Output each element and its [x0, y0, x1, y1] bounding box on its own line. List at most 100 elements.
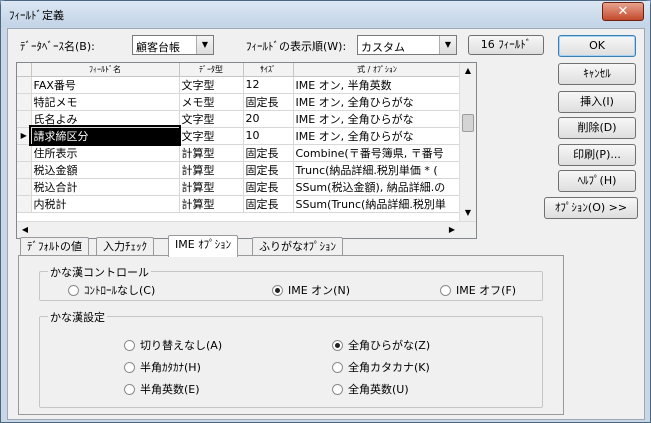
radio-ime-off[interactable]: IME オフ(F) [440, 282, 516, 298]
table-row[interactable]: 氏名よみ 文字型 20 IME オン, 全角ひらがな [17, 110, 462, 128]
dialog-client: ﾃﾞｰﾀﾍﾞｰｽ名(B): 顧客台帳 ▼ ﾌｨｰﾙﾄﾞの表示順(W): カスタム… [7, 28, 645, 420]
field-size-cell[interactable]: 固定長 [243, 144, 294, 162]
row-header[interactable] [17, 178, 32, 196]
field-name-cell[interactable]: 氏名よみ [31, 110, 180, 128]
field-name-cell[interactable]: 税込金額 [31, 161, 180, 179]
radio-circle-selected[interactable] [332, 340, 343, 351]
field-option-cell[interactable]: IME オン, 半角英数 [293, 76, 462, 94]
field-type-cell[interactable]: 計算型 [179, 144, 244, 162]
row-header[interactable] [17, 144, 32, 162]
field-option-cell[interactable]: Combine(〒番号簿県, 〒番号 [293, 144, 462, 162]
field-type-cell[interactable]: 文字型 [179, 127, 244, 145]
field-size-cell[interactable]: 10 [243, 127, 294, 145]
field-size-cell[interactable]: 固定長 [243, 161, 294, 179]
radio-circle[interactable] [124, 384, 135, 395]
database-combo[interactable]: 顧客台帳 ▼ [132, 35, 214, 55]
radio-label: 半角ｶﾀｶﾅ(H) [140, 361, 201, 374]
scroll-thumb[interactable] [462, 114, 474, 132]
radio-circle[interactable] [332, 384, 343, 395]
tab-default-value[interactable]: ﾃﾞﾌｫﾙﾄの値 [20, 237, 89, 255]
radio-fullwidth-alnum[interactable]: 全角英数(U) [332, 381, 409, 397]
row-header[interactable] [17, 110, 32, 128]
field-size-cell[interactable]: 固定長 [243, 93, 294, 111]
field-name-cell[interactable]: 請求締区分 [29, 125, 181, 146]
scroll-left-icon[interactable]: ◀ [17, 222, 33, 238]
field-name-cell[interactable]: FAX番号 [31, 76, 180, 94]
tab-ime-option[interactable]: IME ｵﾌﾟｼｮﾝ [168, 235, 239, 257]
radio-circle[interactable] [124, 340, 135, 351]
field-size-cell[interactable]: 20 [243, 110, 294, 128]
field-name-cell[interactable]: 税込合計 [31, 178, 180, 196]
horizontal-scrollbar[interactable]: ◀ ▶ [17, 221, 476, 238]
cancel-button[interactable]: ｷｬﾝｾﾙ [558, 63, 636, 85]
options-button[interactable]: ｵﾌﾟｼｮﾝ(O) >> [544, 197, 638, 219]
radio-circle[interactable] [332, 362, 343, 373]
radio-halfwidth-katakana[interactable]: 半角ｶﾀｶﾅ(H) [124, 359, 201, 375]
radio-label: ｺﾝﾄﾛｰﾙなし(C) [84, 284, 156, 297]
radio-circle[interactable] [124, 362, 135, 373]
field-option-cell[interactable]: IME オン, 全角ひらがな [293, 127, 462, 145]
field-name-cell[interactable]: 住所表示 [31, 144, 180, 162]
field-name-cell[interactable]: 特記メモ [31, 93, 180, 111]
radio-halfwidth-alnum[interactable]: 半角英数(E) [124, 381, 200, 397]
scroll-down-icon[interactable]: ▼ [460, 205, 476, 221]
table-row-selected[interactable]: ▶ 請求締区分 文字型 10 IME オン, 全角ひらがな [17, 125, 462, 146]
radio-circle[interactable] [440, 285, 451, 296]
radio-no-control[interactable]: ｺﾝﾄﾛｰﾙなし(C) [68, 282, 155, 298]
field-type-cell[interactable]: 計算型 [179, 195, 244, 213]
field-option-cell[interactable]: IME オン, 全角ひらがな [293, 93, 462, 111]
table-row[interactable]: 内税計 計算型 固定長 SSum(Trunc(納品詳細.税別単 [17, 195, 462, 213]
tab-furigana-option[interactable]: ふりがなｵﾌﾟｼｮﾝ [252, 237, 343, 255]
table-row[interactable]: 住所表示 計算型 固定長 Combine(〒番号簿県, 〒番号 [17, 144, 462, 162]
field-grid[interactable]: ﾌｨｰﾙﾄﾞ名 ﾃﾞｰﾀ型 ｻｲｽﾞ 式 / ｵﾌﾟｼｮﾝ FAX番号 文字型 … [16, 62, 477, 239]
column-header-size[interactable]: ｻｲｽﾞ [243, 63, 294, 77]
scroll-up-icon[interactable]: ▲ [460, 63, 476, 79]
row-header[interactable] [17, 195, 32, 213]
field-type-cell[interactable]: 計算型 [179, 178, 244, 196]
table-row[interactable]: 税込合計 計算型 固定長 SSum(税込金額), 納品詳細.の [17, 178, 462, 196]
row-marker-icon[interactable]: ▶ [17, 127, 32, 145]
close-button[interactable]: ✕ [602, 2, 644, 21]
field-type-cell[interactable]: 文字型 [179, 110, 244, 128]
print-button[interactable]: 印刷(P)... [558, 144, 636, 166]
row-header[interactable] [17, 93, 32, 111]
field-size-cell[interactable]: 12 [243, 76, 294, 94]
display-order-combo[interactable]: カスタム ▼ [357, 35, 457, 55]
chevron-down-icon[interactable]: ▼ [196, 36, 213, 54]
field-type-cell[interactable]: メモ型 [179, 93, 244, 111]
radio-fullwidth-katakana[interactable]: 全角カタカナ(K) [332, 359, 430, 375]
table-row[interactable]: 特記メモ メモ型 固定長 IME オン, 全角ひらがな [17, 93, 462, 111]
field-name-cell[interactable]: 内税計 [31, 195, 180, 213]
chevron-down-icon[interactable]: ▼ [439, 36, 456, 54]
tab-input-check[interactable]: 入力ﾁｪｯｸ [96, 237, 154, 255]
field-option-cell[interactable]: SSum(税込金額), 納品詳細.の [293, 178, 462, 196]
row-header[interactable] [17, 76, 32, 94]
field-option-cell[interactable]: SSum(Trunc(納品詳細.税別単 [293, 195, 462, 213]
insert-button[interactable]: 挿入(I) [558, 91, 636, 113]
column-header-option[interactable]: 式 / ｵﾌﾟｼｮﾝ [293, 63, 462, 77]
table-row[interactable]: FAX番号 文字型 12 IME オン, 半角英数 [17, 76, 462, 94]
delete-button[interactable]: 削除(D) [558, 117, 636, 139]
column-header-type[interactable]: ﾃﾞｰﾀ型 [179, 63, 244, 77]
field-type-cell[interactable]: 文字型 [179, 76, 244, 94]
row-header[interactable] [17, 161, 32, 179]
column-header-name[interactable]: ﾌｨｰﾙﾄﾞ名 [31, 63, 180, 77]
field-size-cell[interactable]: 固定長 [243, 195, 294, 213]
field-size-cell[interactable]: 固定長 [243, 178, 294, 196]
vertical-scrollbar[interactable]: ▲ ▼ [459, 63, 476, 221]
table-row[interactable]: 税込金額 計算型 固定長 Trunc(納品詳細.税別単価 * ( [17, 161, 462, 179]
kana-setting-group: かな漢設定 切り替えなし(A) 全角ひらがな(Z) 半角ｶﾀｶﾅ(H) 全角カタ… [39, 309, 543, 408]
ok-button[interactable]: OK [558, 35, 636, 57]
scroll-right-icon[interactable]: ▶ [444, 222, 460, 238]
radio-fullwidth-hiragana[interactable]: 全角ひらがな(Z) [332, 337, 430, 353]
radio-circle[interactable] [68, 285, 79, 296]
help-button[interactable]: ﾍﾙﾌﾟ(H) [558, 170, 636, 192]
dialog-window: ﾌｨｰﾙﾄﾞ定義 ✕ ﾃﾞｰﾀﾍﾞｰｽ名(B): 顧客台帳 ▼ ﾌｨｰﾙﾄﾞの表… [0, 0, 651, 423]
field-type-cell[interactable]: 計算型 [179, 161, 244, 179]
radio-no-switch[interactable]: 切り替えなし(A) [124, 337, 222, 353]
field-option-cell[interactable]: Trunc(納品詳細.税別単価 * ( [293, 161, 462, 179]
radio-circle-selected[interactable] [272, 285, 283, 296]
radio-ime-on[interactable]: IME オン(N) [272, 282, 350, 298]
radio-label: 切り替えなし(A) [140, 339, 223, 352]
field-option-cell[interactable]: IME オン, 全角ひらがな [293, 110, 462, 128]
